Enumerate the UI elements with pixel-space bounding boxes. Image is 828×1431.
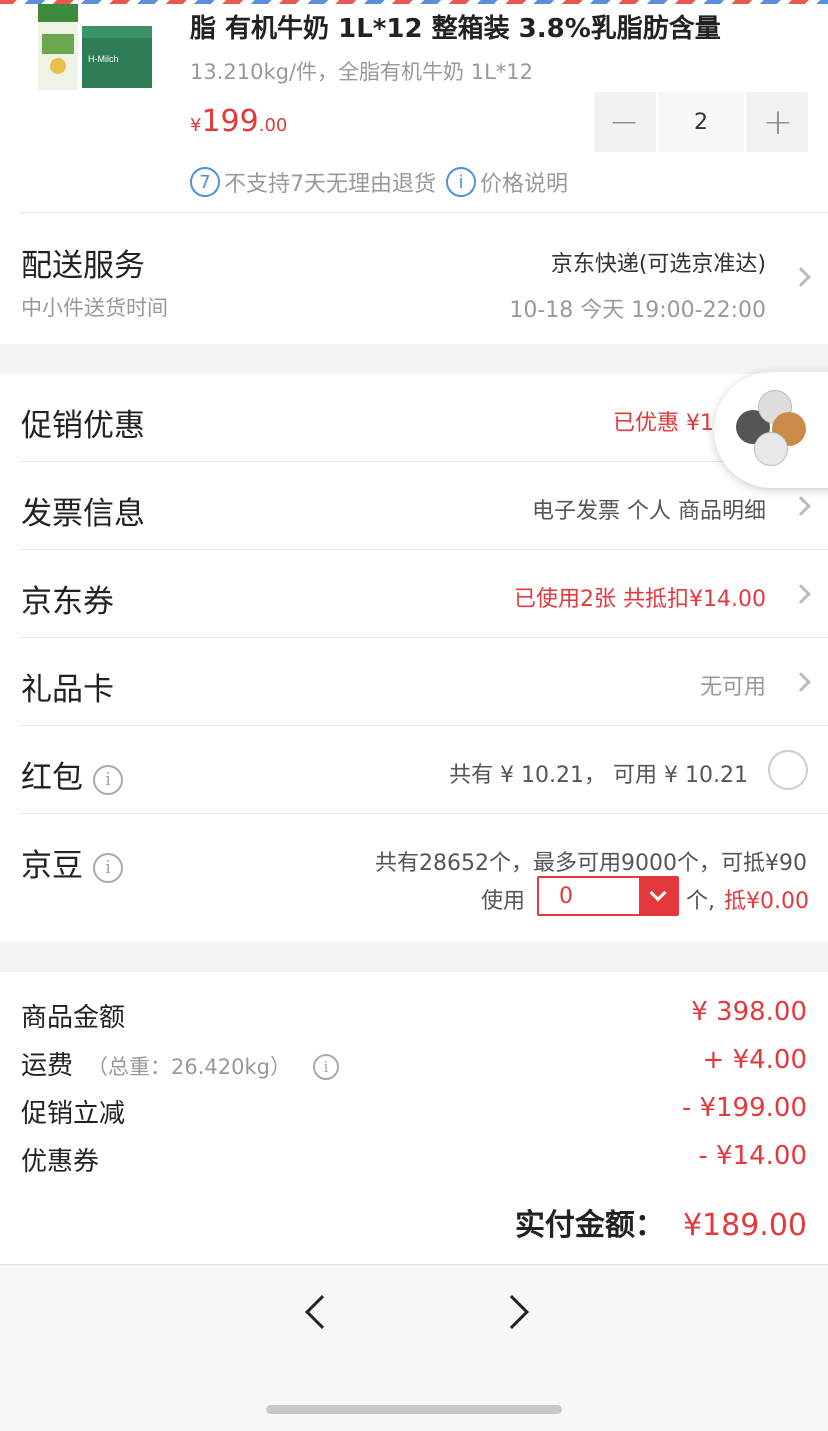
giftcard-label: 礼品卡 xyxy=(21,672,114,708)
chevron-right-icon[interactable] xyxy=(791,584,811,604)
promo-reduce-label: 促销立减 xyxy=(21,1099,126,1129)
section-gap xyxy=(0,344,828,374)
divider xyxy=(20,549,828,550)
chevron-down-icon[interactable] xyxy=(639,878,677,914)
price-note-link[interactable]: 价格说明 xyxy=(480,166,568,198)
info-icon: i xyxy=(446,167,476,197)
delivery-method[interactable]: 京东快递(可选京准达) xyxy=(551,246,766,278)
info-icon[interactable]: i xyxy=(93,764,123,795)
info-icon[interactable]: i xyxy=(313,1053,339,1080)
jingdou-select[interactable]: 0 xyxy=(537,876,679,916)
divider xyxy=(20,637,828,638)
divider xyxy=(20,725,828,726)
product-spec: 13.210kg/件，全脂有机牛奶 1L*12 xyxy=(190,60,534,84)
jingdou-deduct: 抵¥0.00 xyxy=(724,889,809,914)
jingdou-summary: 共有28652个，最多可用9000个，可抵¥90 xyxy=(375,851,807,876)
quantity-input[interactable]: 2 xyxy=(656,92,746,152)
divider xyxy=(20,813,828,814)
jingdou-input[interactable]: 0 xyxy=(539,878,639,914)
jingdou-label: 京豆 xyxy=(21,848,83,884)
quantity-stepper: − 2 + xyxy=(594,92,808,152)
product-title[interactable]: 脂 有机牛奶 1L*12 整箱装 3.8%乳脂肪含量 xyxy=(190,8,721,45)
chevron-right-icon[interactable] xyxy=(791,672,811,692)
invoice-label: 发票信息 xyxy=(21,496,145,532)
shipping-weight: （总重：26.420kg） xyxy=(87,1055,291,1079)
redpacket-radio[interactable] xyxy=(768,750,808,790)
coupon-value[interactable]: 已使用2张 共抵扣¥14.00 xyxy=(514,581,766,613)
total-label: 实付金额： xyxy=(514,1208,665,1243)
product-image-text: H-Milch xyxy=(88,54,119,64)
redpacket-row: 红包 i xyxy=(21,752,123,797)
product-image[interactable]: H-Milch xyxy=(30,4,154,92)
info-icon[interactable]: i xyxy=(93,852,123,883)
chevron-right-icon[interactable] xyxy=(791,267,811,287)
total-amount: 实付金额： ¥189.00 xyxy=(515,1200,807,1244)
total-value: ¥189.00 xyxy=(682,1208,807,1243)
no-return-icon: 7 xyxy=(190,167,220,197)
jingdou-use-label: 使用 xyxy=(481,889,526,914)
redpacket-value: 共有 ¥ 10.21， 可用 ¥ 10.21 xyxy=(449,763,748,788)
coupon-summary-label: 优惠券 xyxy=(21,1147,100,1177)
divider xyxy=(20,212,828,213)
goods-amount-label: 商品金额 xyxy=(21,1003,126,1033)
delivery-label: 配送服务 xyxy=(21,248,145,284)
promo-reduce-value: - ¥199.00 xyxy=(681,1093,807,1123)
divider xyxy=(20,461,828,462)
goods-amount-value: ¥ 398.00 xyxy=(691,997,807,1027)
jingdou-row: 京豆 i xyxy=(21,840,123,885)
product-notes: 7 不支持7天无理由退货 i 价格说明 xyxy=(190,166,568,198)
shipping-value: + ¥4.00 xyxy=(702,1045,807,1075)
promo-label: 促销优惠 xyxy=(21,408,145,444)
price-integer: 199 xyxy=(201,104,259,139)
coupon-summary-value: - ¥14.00 xyxy=(698,1141,807,1171)
shipping-row: 运费 （总重：26.420kg） i xyxy=(21,1045,339,1082)
floating-assistant-bubble[interactable] xyxy=(714,372,828,488)
shipping-label: 运费 xyxy=(21,1051,74,1081)
promo-value[interactable]: 已优惠 ¥19 xyxy=(613,405,728,437)
invoice-value[interactable]: 电子发票 个人 商品明细 xyxy=(532,493,766,525)
product-price: ¥199.00 xyxy=(190,104,287,139)
coupon-label: 京东券 xyxy=(21,584,114,620)
delivery-time[interactable]: 10-18 今天 19:00-22:00 xyxy=(509,292,766,324)
giftcard-value[interactable]: 无可用 xyxy=(700,669,766,701)
section-gap xyxy=(0,942,828,972)
no-return-text[interactable]: 不支持7天无理由退货 xyxy=(224,166,436,198)
jingdou-unit: 个, xyxy=(686,889,715,914)
price-decimal: .00 xyxy=(258,115,288,136)
avatar xyxy=(754,432,788,466)
price-currency: ¥ xyxy=(190,115,202,136)
increase-button[interactable]: + xyxy=(748,92,808,152)
home-indicator[interactable] xyxy=(266,1405,562,1414)
delivery-sublabel: 中小件送货时间 xyxy=(21,296,168,320)
chevron-right-icon[interactable] xyxy=(791,496,811,516)
redpacket-label: 红包 xyxy=(21,760,83,796)
decrease-button[interactable]: − xyxy=(594,92,654,152)
